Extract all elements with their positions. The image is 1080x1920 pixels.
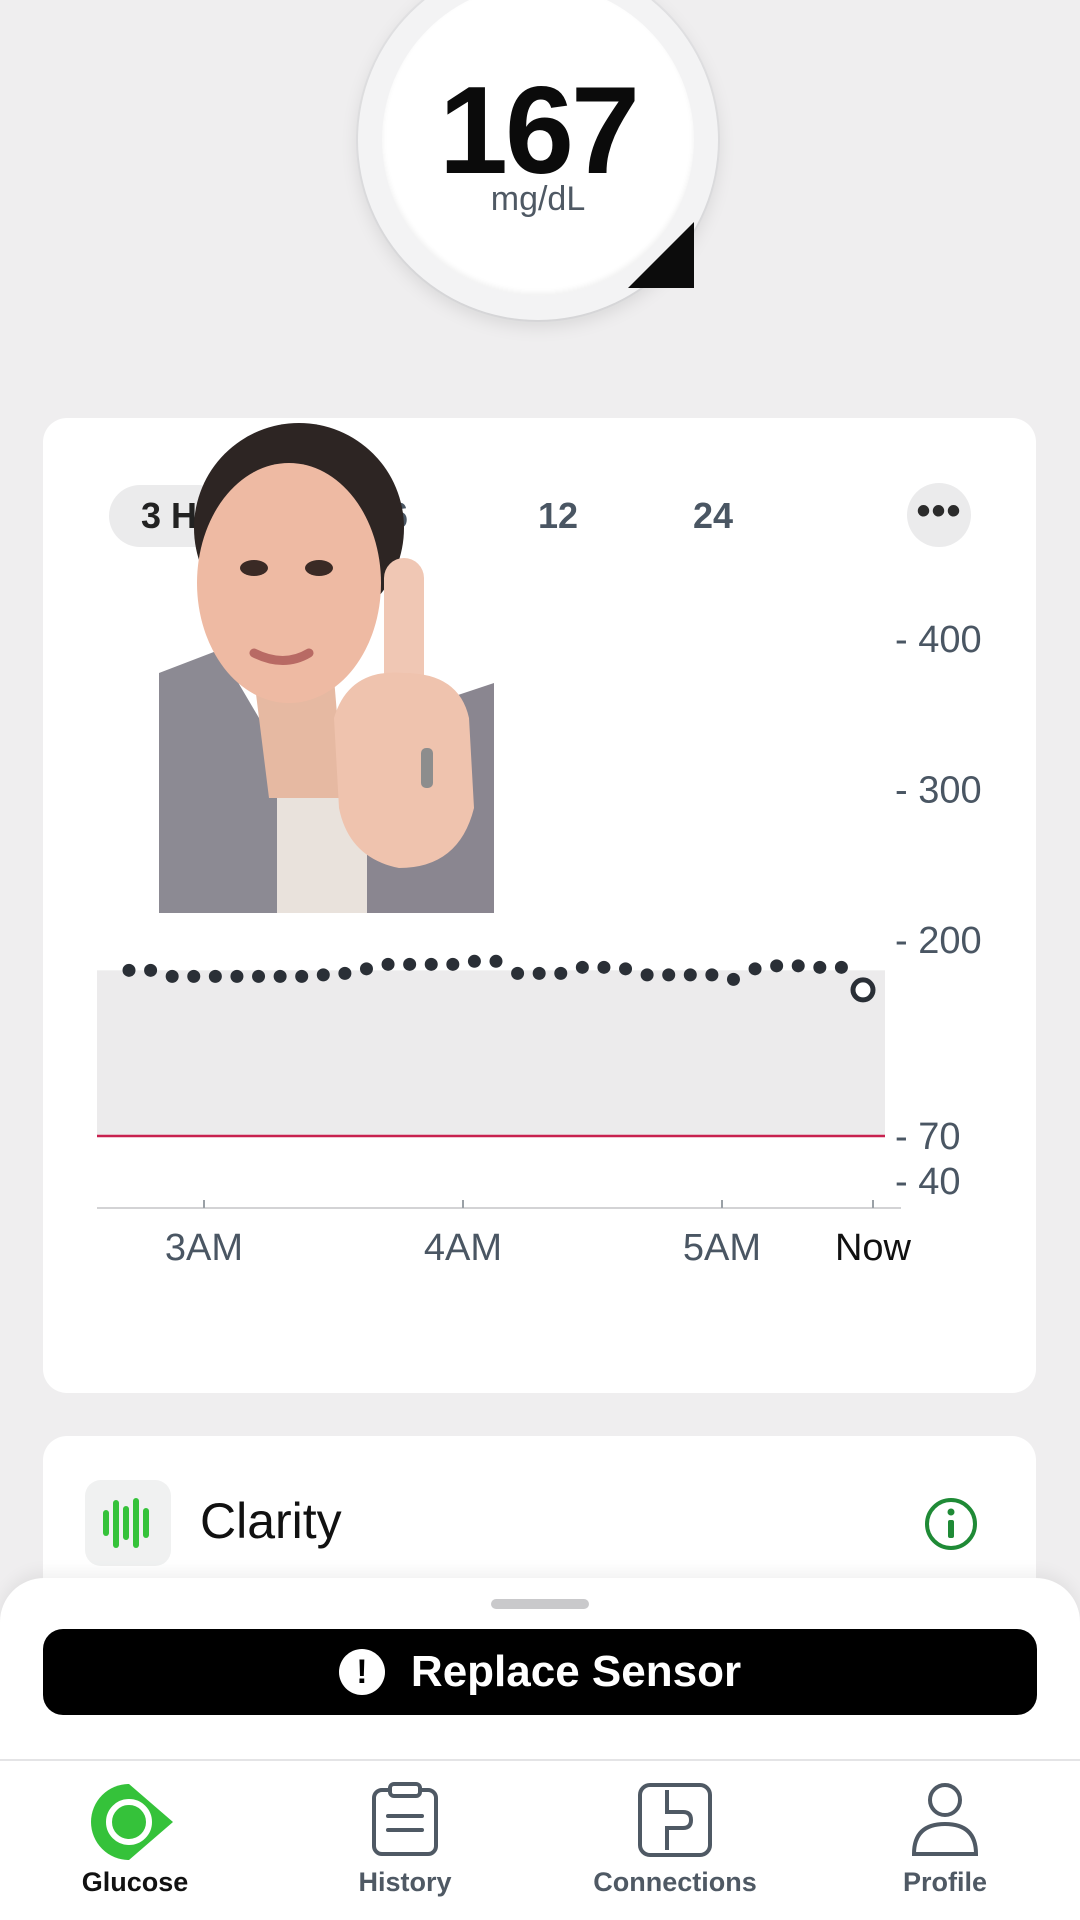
glucose-point	[640, 968, 654, 982]
replace-sensor-button[interactable]: ! Replace Sensor	[43, 1629, 1037, 1715]
glucose-unit: mg/dL	[490, 180, 586, 218]
glucose-point	[316, 968, 330, 982]
glucose-point	[748, 962, 762, 976]
x-tick-label: Now	[835, 1227, 912, 1269]
y-tick-label: - 200	[895, 920, 982, 962]
glucose-point	[813, 960, 827, 974]
x-axis: 3AM 4AM 5AM Now	[165, 1200, 912, 1269]
tab-label-connections: Connections	[593, 1867, 757, 1897]
glucose-point	[489, 954, 503, 968]
clarity-bars-icon	[85, 1480, 171, 1566]
glucose-point	[791, 959, 805, 973]
current-reading-point	[850, 977, 876, 1003]
connections-icon	[637, 1782, 713, 1863]
x-tick-label: 3AM	[165, 1227, 243, 1269]
glucose-chart-card: 3 H 6 12 24 ••• - 400- 300- 200- 70- 40 …	[43, 418, 1036, 1393]
glucose-point	[359, 962, 373, 976]
glucose-point	[467, 954, 481, 968]
alert-icon: !	[338, 1649, 385, 1695]
tab-label-glucose: Glucose	[81, 1867, 189, 1897]
glucose-point	[683, 968, 697, 982]
glucose-point	[230, 969, 244, 983]
glucose-point	[381, 957, 395, 971]
y-tick-label: - 300	[895, 770, 982, 812]
clarity-label: Clarity	[200, 1493, 342, 1549]
glucose-point	[252, 969, 266, 983]
bottom-sheet: ! Replace Sensor Glucose History Connect…	[0, 1578, 1080, 1920]
glucose-point	[662, 968, 676, 982]
tab-label-history: History	[358, 1867, 452, 1897]
glucose-point	[726, 972, 740, 986]
trend-arrow-icon	[628, 222, 694, 288]
glucose-point	[187, 969, 201, 983]
tab-history[interactable]: History	[305, 1768, 505, 1908]
glucose-point	[834, 960, 848, 974]
glucose-point	[532, 966, 546, 980]
glucose-point	[705, 968, 719, 982]
glucose-point	[619, 962, 633, 976]
glucose-point	[208, 969, 222, 983]
y-tick-label: - 40	[895, 1161, 960, 1203]
glucose-point	[575, 960, 589, 974]
glucose-reading-dial[interactable]: 167 mg/dL	[358, 0, 718, 320]
y-axis: - 400 - 300 - 200 - 70- 40	[895, 619, 982, 1203]
target-range-band	[97, 970, 885, 1136]
clipboard-icon	[370, 1782, 440, 1863]
glucose-point	[295, 969, 309, 983]
glucose-point	[424, 957, 438, 971]
glucose-point	[446, 957, 460, 971]
sheet-grabber-handle[interactable]	[491, 1599, 589, 1609]
video-overlay	[159, 418, 494, 913]
glucose-point	[403, 957, 417, 971]
glucose-point	[338, 966, 352, 980]
glucose-point	[597, 960, 611, 974]
glucose-drop-icon	[89, 1782, 181, 1867]
glucose-point	[554, 966, 568, 980]
tab-connections[interactable]: Connections	[575, 1768, 775, 1908]
x-tick-label: 5AM	[683, 1227, 761, 1269]
tab-label-profile: Profile	[902, 1867, 988, 1897]
glucose-point	[144, 963, 158, 977]
info-icon[interactable]	[923, 1496, 979, 1557]
y-tick-label: - 70	[895, 1116, 960, 1158]
glucose-point	[511, 966, 525, 980]
person-icon	[910, 1782, 980, 1863]
x-tick-label: 4AM	[424, 1227, 502, 1269]
tabbar-divider	[0, 1759, 1080, 1761]
glucose-point	[122, 963, 136, 977]
tab-profile[interactable]: Profile	[845, 1768, 1045, 1908]
glucose-point	[165, 969, 179, 983]
replace-sensor-label: Replace Sensor	[410, 1647, 742, 1696]
glucose-point	[273, 969, 287, 983]
y-tick-label: - 400	[895, 619, 982, 661]
tab-glucose[interactable]: Glucose	[35, 1768, 235, 1908]
glucose-point	[770, 959, 784, 973]
